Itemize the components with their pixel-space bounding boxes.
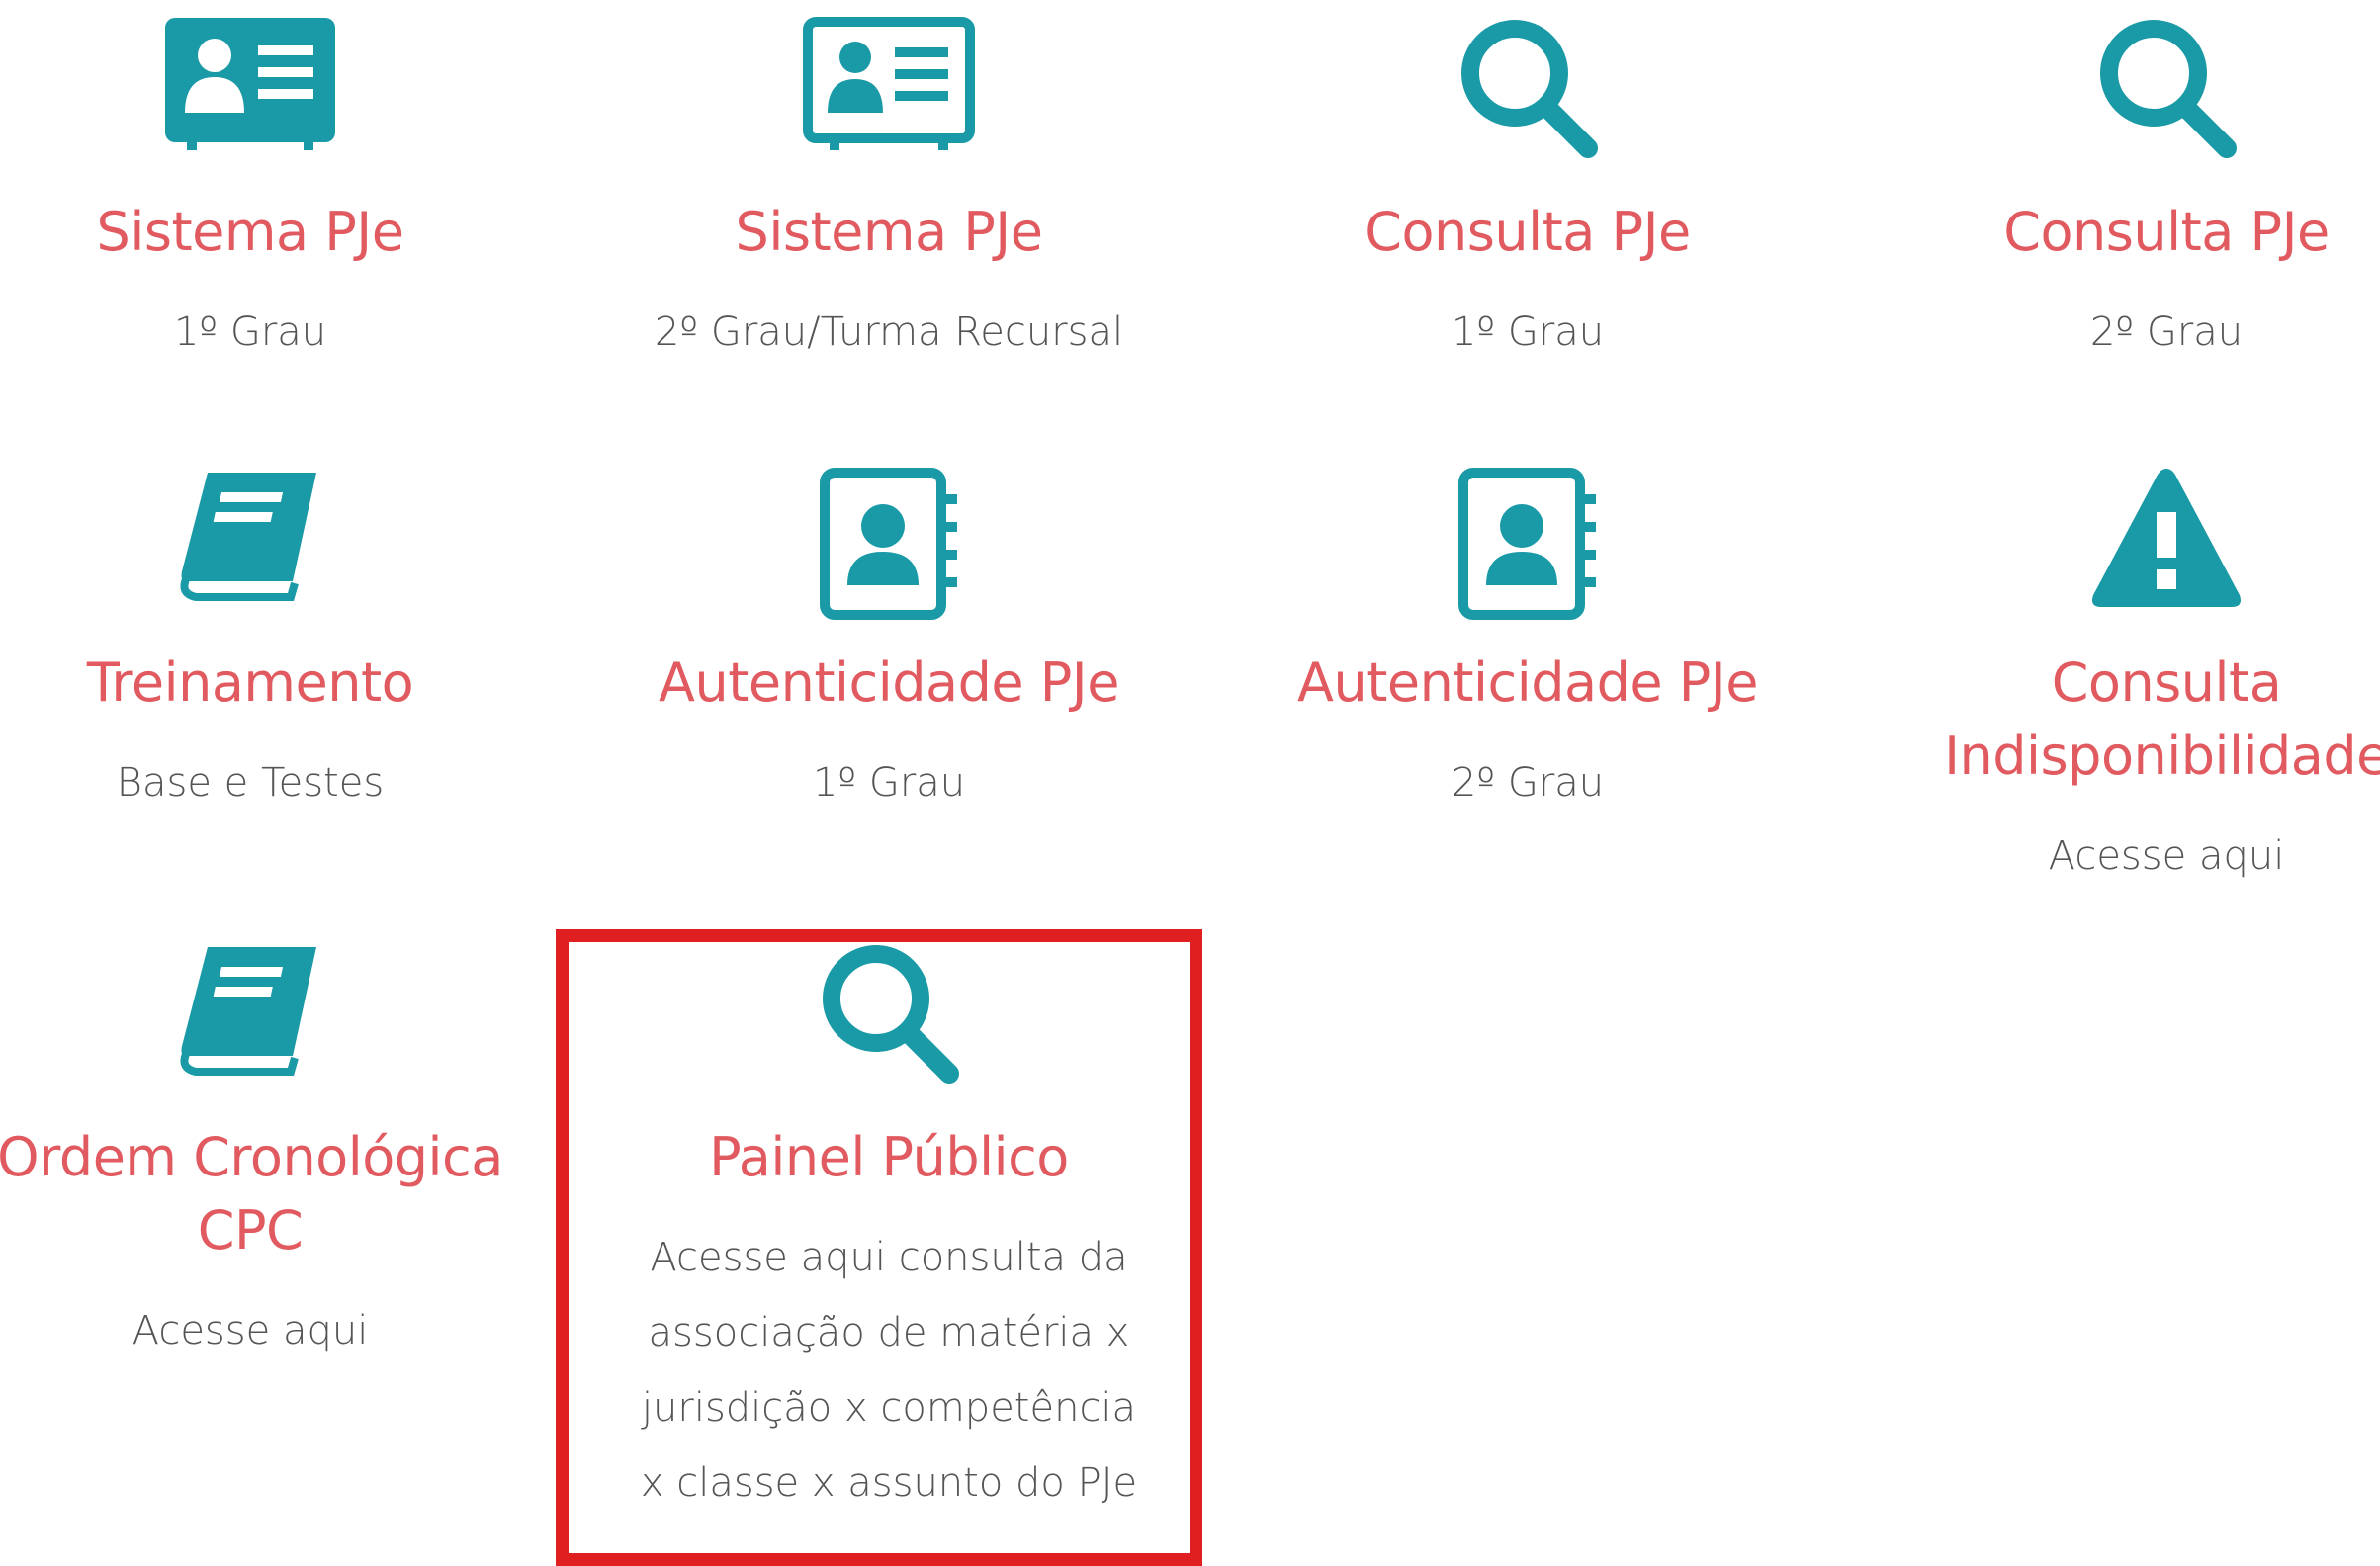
- tile-title: Ordem Cronológica CPC: [0, 1121, 570, 1267]
- tile-title: Painel Público: [709, 1126, 1069, 1188]
- tile-subtitle: Acesse aqui: [132, 1308, 369, 1353]
- tile-title: Treinamento: [86, 652, 414, 714]
- tile-title-line-2: CPC: [197, 1199, 304, 1262]
- tile-consulta-indisponibilidade[interactable]: Consulta Indisponibilidade Acesse aqui: [1847, 465, 2380, 894]
- tile-title: Sistema PJe: [735, 201, 1043, 263]
- tile-title-line-1: Consulta: [2051, 652, 2282, 714]
- id-card-outline-icon: [803, 17, 975, 150]
- tile-sistema-pje-2-grau[interactable]: Sistema PJe 2º Grau/Turma Recursal: [570, 14, 1208, 370]
- address-book-icon: [1458, 468, 1596, 620]
- tile-subtitle-line: x classe x assunto do PJe: [640, 1460, 1138, 1506]
- tile-sistema-pje-1-grau[interactable]: Sistema PJe 1º Grau: [0, 14, 570, 370]
- tile-subtitle: 1º Grau: [1451, 309, 1605, 355]
- tile-subtitle: 2º Grau: [2089, 309, 2244, 355]
- tile-consulta-pje-2-grau[interactable]: Consulta PJe 2º Grau: [1847, 14, 2380, 370]
- tile-title: Sistema PJe: [96, 201, 404, 263]
- tile-title: Consulta Indisponibilidade: [1847, 647, 2380, 793]
- tile-subtitle-line: associação de matéria x: [648, 1310, 1130, 1355]
- search-icon: [2100, 20, 2237, 158]
- tile-title: Consulta PJe: [2003, 201, 2330, 263]
- tile-autenticidade-pje-2-grau[interactable]: Autenticidade PJe 2º Grau: [1208, 465, 1847, 821]
- search-icon: [1461, 20, 1598, 158]
- tile-subtitle: Base e Testes: [116, 760, 385, 806]
- search-icon: [823, 945, 959, 1084]
- tile-subtitle: 2º Grau/Turma Recursal: [654, 309, 1124, 355]
- id-card-icon: [165, 18, 335, 150]
- tile-title: Consulta PJe: [1365, 201, 1691, 263]
- tile-subtitle: Acesse aqui: [2048, 833, 2285, 879]
- tile-title: Autenticidade PJe: [1297, 652, 1758, 714]
- tile-title-line-1: Ordem Cronológica: [0, 1126, 503, 1188]
- tile-title-line-2: Indisponibilidade: [1944, 725, 2380, 787]
- tile-subtitle: 1º Grau: [812, 760, 966, 806]
- address-book-icon: [820, 468, 957, 620]
- tile-subtitle-line: Acesse aqui consulta da: [650, 1235, 1128, 1280]
- tile-subtitle: 2º Grau: [1451, 760, 1605, 806]
- tile-subtitle: 1º Grau: [173, 309, 327, 355]
- book-icon: [180, 473, 316, 601]
- tile-consulta-pje-1-grau[interactable]: Consulta PJe 1º Grau: [1208, 14, 1847, 370]
- tile-subtitle: Acesse aqui consulta da associação de ma…: [570, 1220, 1208, 1521]
- tile-painel-publico[interactable]: Painel Público Acesse aqui consulta da a…: [570, 939, 1208, 1521]
- tile-title: Autenticidade PJe: [659, 652, 1119, 714]
- tile-treinamento[interactable]: Treinamento Base e Testes: [0, 465, 570, 821]
- tile-autenticidade-pje-1-grau[interactable]: Autenticidade PJe 1º Grau: [570, 465, 1208, 821]
- tile-subtitle-line: jurisdição x competência: [641, 1385, 1137, 1431]
- warning-icon: [2092, 469, 2241, 607]
- tile-ordem-cronologica-cpc[interactable]: Ordem Cronológica CPC Acesse aqui: [0, 939, 570, 1368]
- book-icon: [180, 947, 316, 1076]
